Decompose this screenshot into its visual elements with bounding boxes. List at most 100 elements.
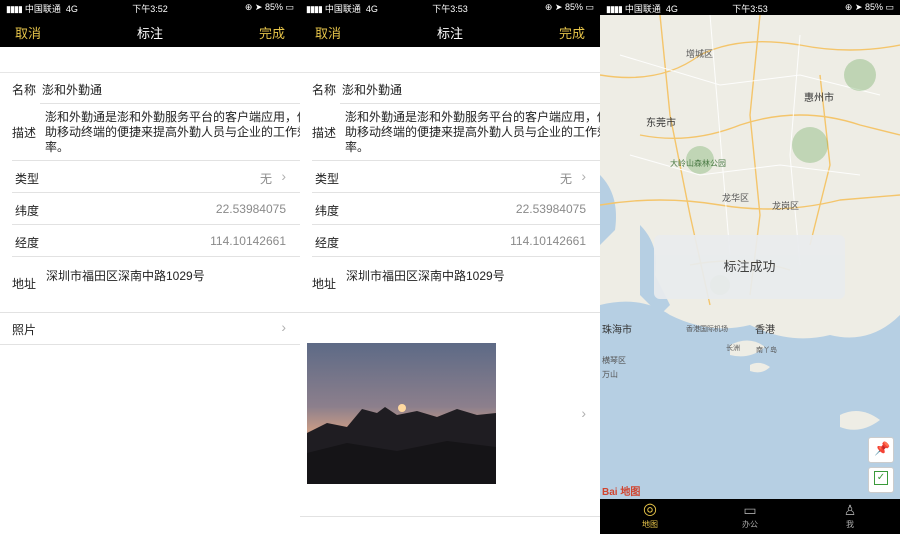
spacer [0, 47, 300, 73]
divider [300, 312, 600, 313]
baidu-map-logo: Bai 地图 [602, 485, 640, 498]
nav-bar: 取消 标注 完成 [300, 15, 600, 47]
divider [40, 103, 300, 104]
status-bar: ▮▮▮▮ 中国联通 4G 下午3:53 ⊕ ➤ 85% ▭ [300, 0, 600, 15]
divider [312, 256, 600, 257]
desc-line: 助移动终端的便捷来提高外勤人员与企业的工作效 [345, 125, 600, 139]
tab-office[interactable]: ▭ 办公 [720, 501, 780, 530]
divider [12, 256, 300, 257]
desc-field[interactable]: 澎和外勤通是澎和外勤服务平台的客户端应用，借 助移动终端的便捷来提高外勤人员与企… [45, 110, 300, 155]
check-button[interactable]: ✓ [868, 467, 894, 493]
globe-icon: ◎ [643, 501, 657, 518]
spacer [300, 47, 600, 73]
map-label: 香港国际机场 [686, 324, 728, 333]
photo-thumbnail[interactable] [307, 343, 496, 484]
lat-label: 纬度 [315, 204, 340, 218]
desc-label: 描述 [312, 126, 337, 140]
nav-bar: 取消 标注 完成 [0, 15, 300, 47]
sunset-photo-image [307, 343, 496, 484]
tab-me[interactable]: ♙ 我 [820, 501, 880, 530]
battery-icon: ▭ [585, 2, 594, 12]
chevron-right-icon: › [581, 168, 586, 184]
desc-line: 澎和外勤通是澎和外勤服务平台的客户端应用，借 [45, 110, 300, 124]
divider [12, 192, 300, 193]
name-label: 名称 [12, 83, 37, 97]
type-value: 无 [559, 172, 572, 186]
divider [340, 103, 600, 104]
toast-message: 标注成功 [654, 235, 845, 299]
chevron-right-icon: › [281, 168, 286, 184]
tab-label: 地图 [642, 520, 658, 529]
divider [312, 160, 600, 161]
name-field[interactable]: 澎和外勤通 [342, 81, 402, 98]
divider [12, 224, 300, 225]
checkbox-icon: ✓ [874, 471, 888, 485]
tab-bar: ◎ 地图 ▭ 办公 ♙ 我 [600, 499, 900, 534]
map-label: 惠州市 [804, 91, 834, 104]
page-title: 标注 [136, 26, 163, 41]
briefcase-icon: ▭ [743, 502, 757, 518]
map-label: 长洲 [726, 343, 740, 352]
pin-button[interactable]: 📌 [868, 437, 894, 463]
map-label: 大岭山森林公园 [670, 158, 726, 168]
chevron-right-icon: › [281, 319, 286, 335]
done-button[interactable]: 完成 [559, 23, 585, 42]
battery-percent: 85% [864, 2, 883, 12]
map-label: 增城区 [686, 48, 713, 59]
chevron-right-icon[interactable]: › [581, 405, 586, 421]
divider [300, 516, 600, 517]
divider [12, 160, 300, 161]
map-label: 横琴区 [602, 355, 626, 365]
map-label: 东莞市 [646, 116, 676, 129]
desc-field[interactable]: 澎和外勤通是澎和外勤服务平台的客户端应用，借 助移动终端的便捷来提高外勤人员与企… [345, 110, 600, 155]
tab-map[interactable]: ◎ 地图 [620, 501, 680, 530]
addr-value: 深圳市福田区深南中路1029号 [46, 269, 205, 283]
status-bar: ▮▮▮▮ 中国联通 4G 下午3:52 ⊕ ➤ 85% ▭ [0, 0, 300, 15]
desc-line: 率。 [45, 140, 70, 154]
location-icon: ⊕ ➤ [544, 2, 563, 12]
type-label: 类型 [315, 172, 340, 186]
photo-label: 照片 [12, 323, 37, 337]
addr-label: 地址 [312, 277, 337, 291]
desc-line: 澎和外勤通是澎和外勤服务平台的客户端应用，借 [345, 110, 600, 124]
lng-label: 经度 [315, 236, 340, 250]
type-label: 类型 [15, 172, 40, 186]
person-icon: ♙ [843, 502, 857, 518]
tab-label: 办公 [742, 520, 758, 529]
lng-value: 114.10142661 [510, 234, 586, 248]
page-title: 标注 [436, 26, 463, 41]
map-label: 香港 [755, 324, 775, 336]
map-label: 万山 [602, 369, 618, 379]
divider [312, 192, 600, 193]
battery-icon: ▭ [885, 2, 894, 12]
addr-value: 深圳市福田区深南中路1029号 [346, 269, 505, 283]
status-bar: ▮▮▮▮ 中国联通 4G 下午3:53 ⊕ ➤ 85% ▭ [600, 0, 900, 15]
map-label: 珠海市 [602, 323, 632, 336]
location-icon: ⊕ ➤ [844, 2, 863, 12]
name-label: 名称 [312, 83, 337, 97]
type-value: 无 [259, 172, 272, 186]
divider [312, 224, 600, 225]
map-label: 龙华区 [722, 192, 749, 203]
lat-value: 22.53984075 [215, 202, 286, 216]
battery-icon: ▭ [285, 2, 294, 12]
battery-percent: 85% [264, 2, 283, 12]
battery-percent: 85% [564, 2, 583, 12]
divider [0, 312, 300, 313]
desc-line: 率。 [345, 140, 370, 154]
screen-map: ▮▮▮▮ 中国联通 4G 下午3:53 ⊕ ➤ 85% ▭ 增城区 惠州市 东莞… [600, 0, 900, 534]
desc-line: 助移动终端的便捷来提高外勤人员与企业的工作效 [45, 125, 300, 139]
divider [0, 344, 300, 345]
desc-label: 描述 [12, 126, 37, 140]
lng-label: 经度 [15, 236, 40, 250]
map-label: 南丫岛 [756, 345, 777, 354]
lng-value: 114.10142661 [210, 234, 286, 248]
screen-annotate-1: ▮▮▮▮ 中国联通 4G 下午3:52 ⊕ ➤ 85% ▭ 取消 标注 完成 名称… [0, 0, 300, 534]
lat-label: 纬度 [15, 204, 40, 218]
done-button[interactable]: 完成 [259, 23, 285, 42]
location-icon: ⊕ ➤ [244, 2, 263, 12]
tab-label: 我 [846, 520, 854, 529]
addr-label: 地址 [12, 277, 37, 291]
lat-value: 22.53984075 [515, 202, 586, 216]
name-field[interactable]: 澎和外勤通 [42, 81, 102, 98]
